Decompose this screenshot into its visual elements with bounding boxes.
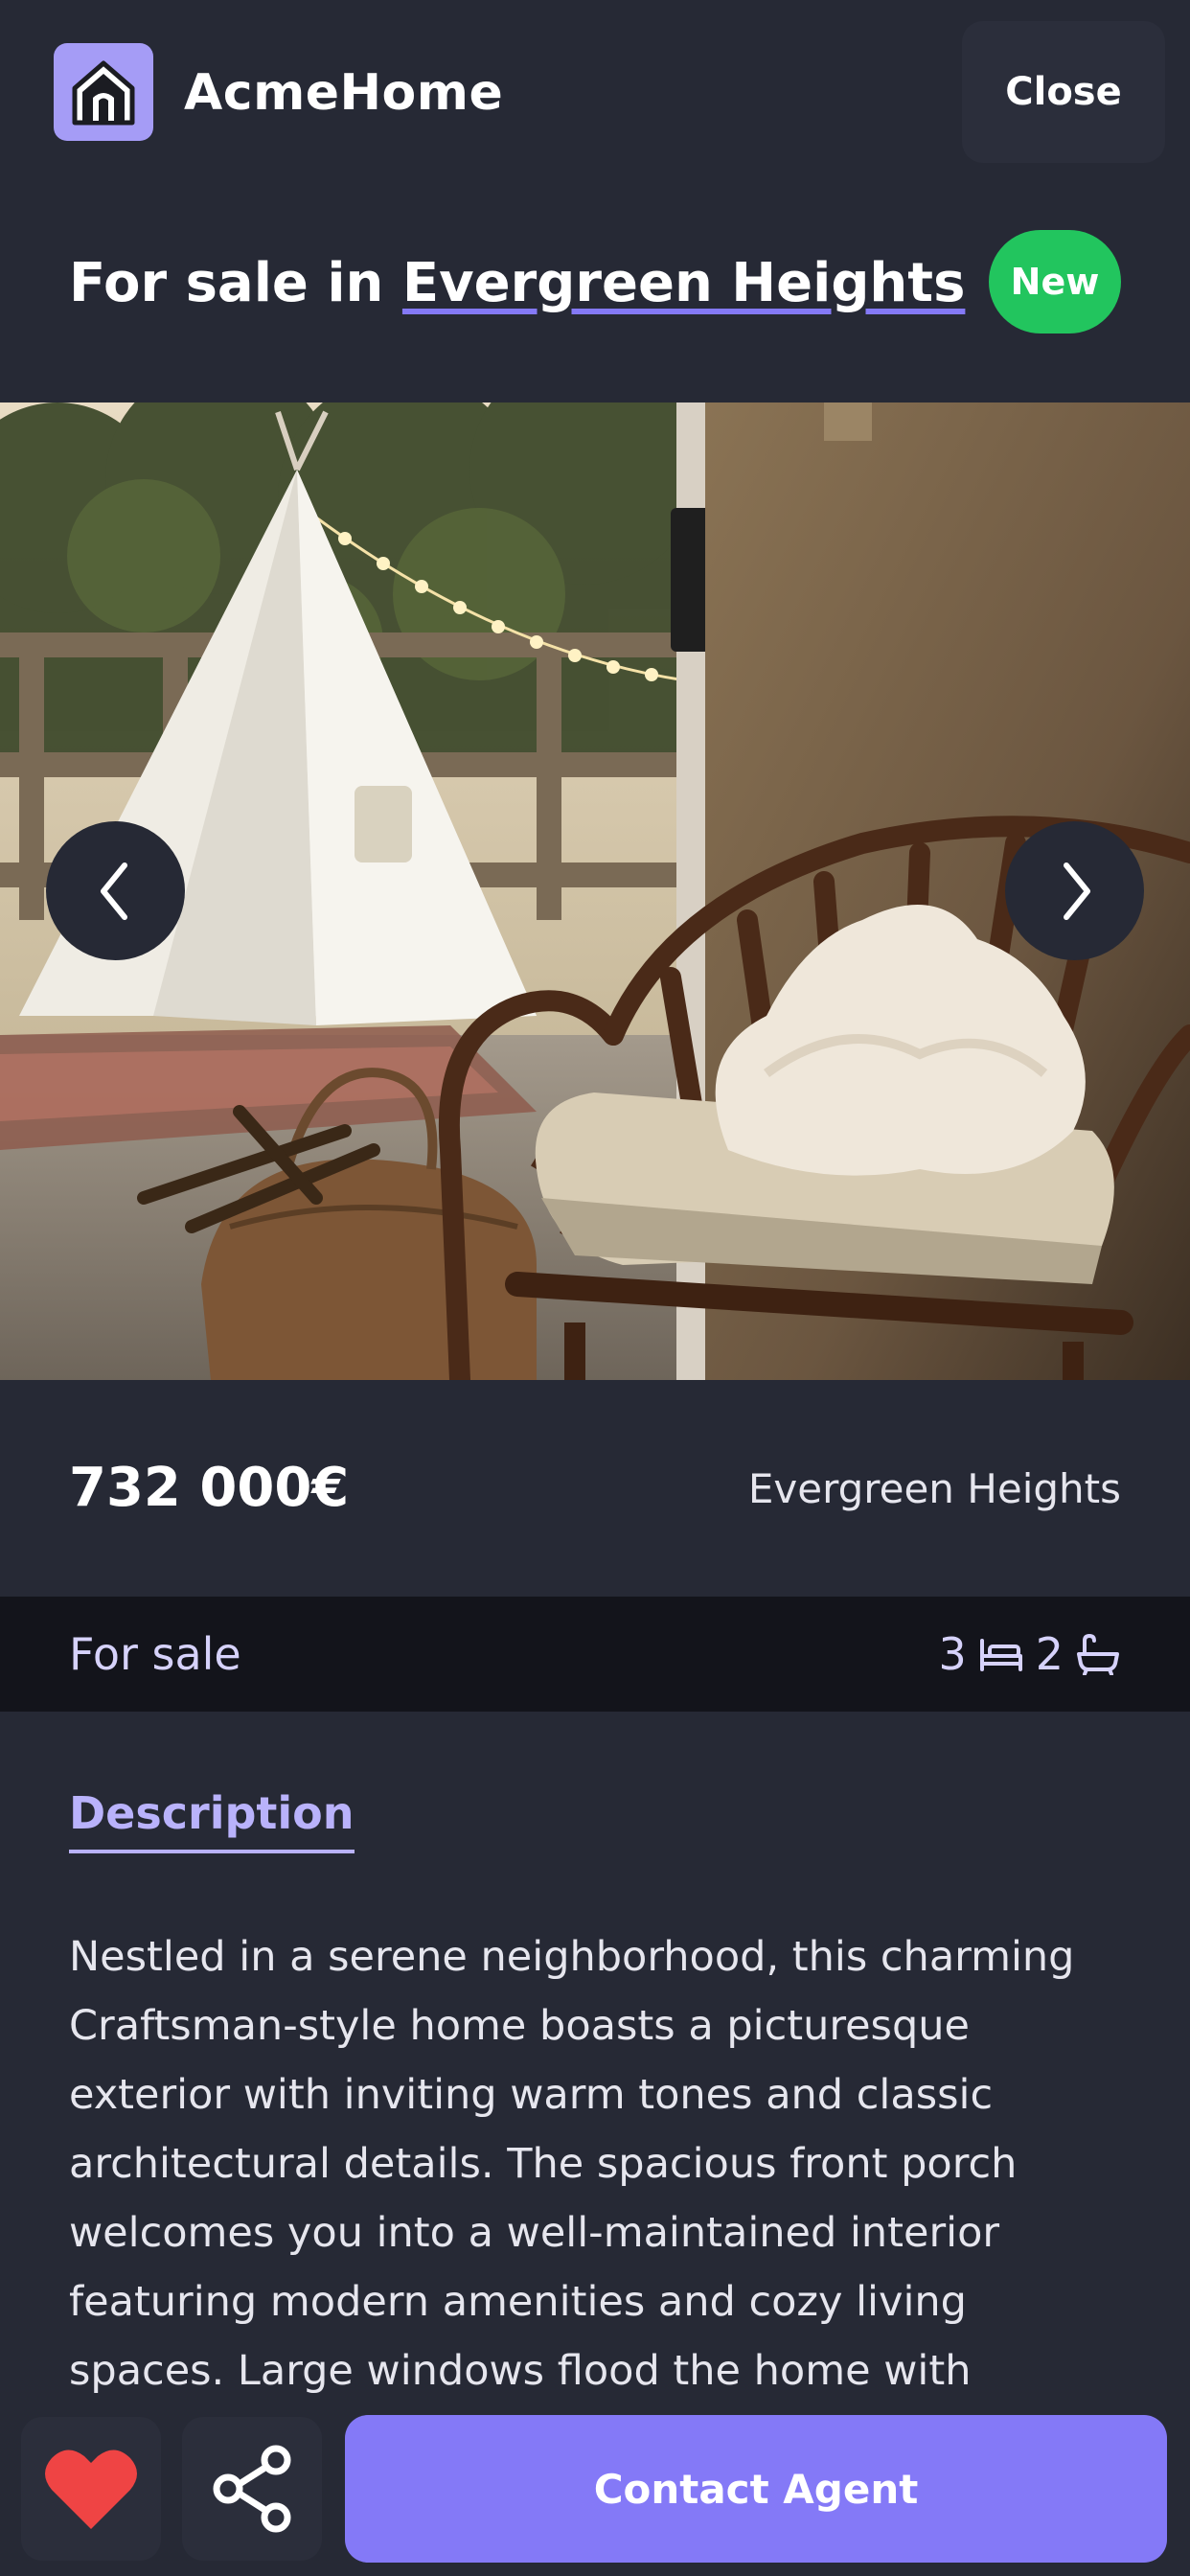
share-button[interactable] xyxy=(182,2417,322,2561)
contact-agent-button[interactable]: Contact Agent xyxy=(345,2415,1167,2563)
action-bar: Contact Agent xyxy=(0,2405,1190,2576)
next-photo-button[interactable] xyxy=(1005,821,1144,960)
listing-features: 3 2 xyxy=(938,1625,1121,1683)
app-header: AcmeHome Close xyxy=(0,0,1190,187)
favorite-button[interactable] xyxy=(21,2417,161,2561)
bathroom-count: 2 xyxy=(1035,1628,1064,1680)
description-heading: Description xyxy=(69,1782,355,1853)
listing-title: For sale in Evergreen Heights xyxy=(69,245,965,322)
chevron-left-icon xyxy=(100,862,127,920)
bedroom-count: 3 xyxy=(938,1628,967,1680)
heart-icon xyxy=(45,2450,137,2529)
listing-location: Evergreen Heights xyxy=(747,1465,1121,1512)
price-row: 732 000€ Evergreen Heights xyxy=(0,1380,1190,1597)
listing-page: AcmeHome Close For sale in Evergreen Hei… xyxy=(0,0,1190,2576)
listing-price: 732 000€ xyxy=(69,1457,350,1519)
listing-title-row: For sale in Evergreen Heights xyxy=(69,245,965,322)
bed-icon xyxy=(979,1639,1022,1671)
neighborhood-link[interactable]: Evergreen Heights xyxy=(402,252,965,314)
listing-status: For sale xyxy=(69,1628,241,1680)
description-text: Nestled in a serene neighborhood, this c… xyxy=(69,1933,1075,2395)
previous-photo-button[interactable] xyxy=(46,821,185,960)
new-badge: New xyxy=(989,230,1121,334)
status-row: For sale 3 2 xyxy=(0,1597,1190,1712)
title-prefix: For sale in xyxy=(69,252,402,314)
close-button[interactable]: Close xyxy=(962,21,1165,163)
bathtub-icon xyxy=(1077,1633,1119,1675)
house-logo-icon[interactable] xyxy=(54,43,153,141)
chevron-right-icon xyxy=(1063,862,1090,920)
share-icon xyxy=(213,2445,291,2533)
photo-gallery[interactable] xyxy=(0,402,1190,1380)
app-name: AcmeHome xyxy=(184,64,504,122)
